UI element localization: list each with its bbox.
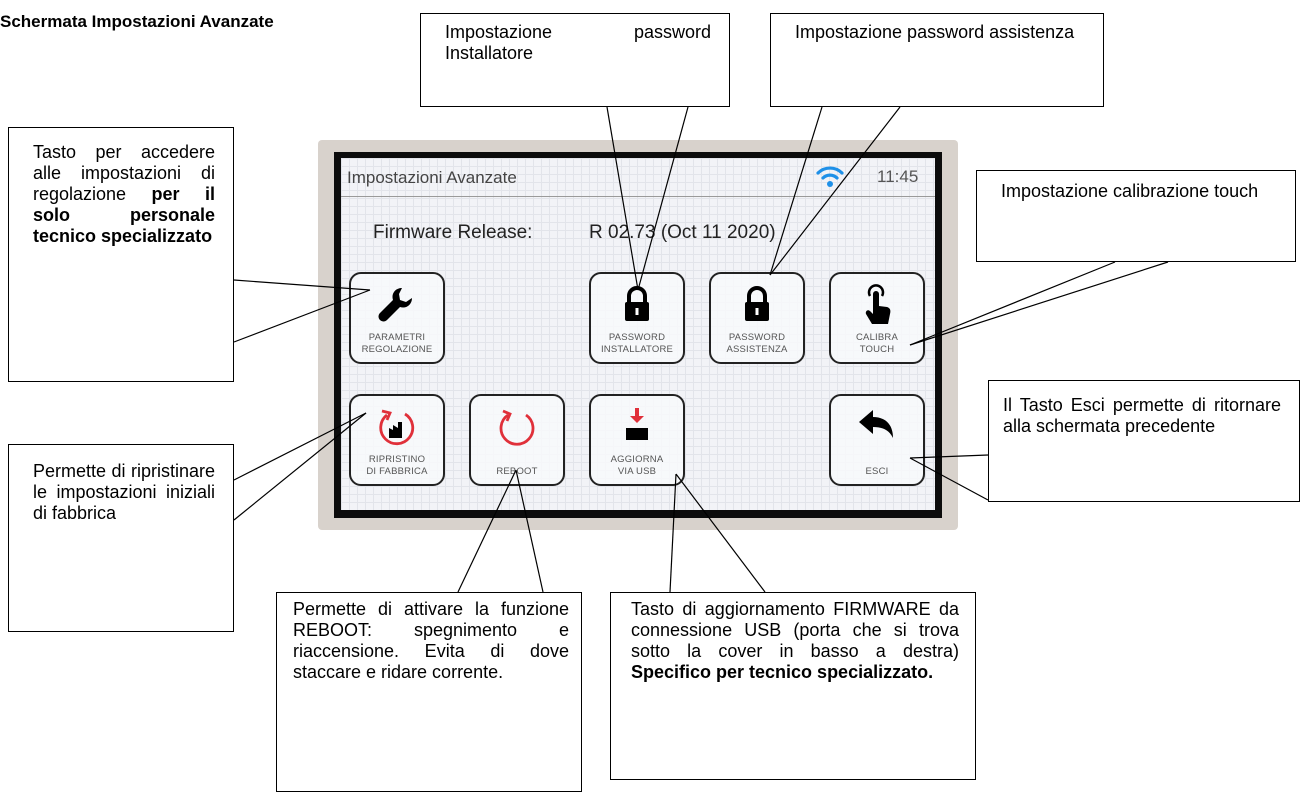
reboot-button[interactable]: REBOOT	[469, 394, 565, 486]
wrench-icon	[375, 284, 419, 333]
button-label-line2: REGOLAZIONE	[361, 344, 433, 355]
password-assistenza-button[interactable]: PASSWORD ASSISTENZA	[709, 272, 805, 364]
callout-password-assistenza-text: Impostazione password assistenza	[795, 22, 1075, 42]
button-label-line1: CALIBRA	[855, 332, 899, 343]
button-label-line1: REBOOT	[496, 466, 538, 477]
page-title: Schermata Impostazioni Avanzate	[0, 12, 274, 31]
device-display: Impostazioni Avanzate 11:45 Firmware Rel…	[341, 158, 935, 510]
aggiorna-via-usb-button[interactable]: AGGIORNA VIA USB	[589, 394, 685, 486]
callout-password-assistenza: Impostazione password assistenza	[770, 13, 1104, 107]
usb-update-icon	[617, 406, 657, 455]
button-label-line1: AGGIORNA	[610, 454, 664, 465]
callout-password-installatore: Impostazione password Installatore	[420, 13, 730, 107]
password-installatore-button[interactable]: PASSWORD INSTALLATORE	[589, 272, 685, 364]
reboot-icon	[495, 406, 539, 455]
lock-icon	[617, 284, 657, 329]
lock-icon	[737, 284, 777, 329]
status-bar: Impostazioni Avanzate 11:45	[341, 158, 935, 197]
callout-ripristino: Permette di ripristinare le impostazioni…	[8, 444, 234, 632]
touch-hand-icon	[857, 284, 897, 333]
esci-button[interactable]: ESCI	[829, 394, 925, 486]
button-label-line2: ASSISTENZA	[726, 344, 788, 355]
button-label-line1: PARAMETRI	[368, 332, 426, 343]
calibra-touch-button[interactable]: CALIBRA TOUCH	[829, 272, 925, 364]
button-label-line2: INSTALLATORE	[600, 344, 674, 355]
button-label-line2: VIA USB	[617, 466, 657, 477]
callout-calibrazione-touch: Impostazione calibrazione touch	[976, 170, 1296, 262]
firmware-label: Firmware Release:	[373, 222, 533, 243]
ripristino-di-fabbrica-button[interactable]: RIPRISTINO DI FABBRICA	[349, 394, 445, 486]
callout-esci: Il Tasto Esci permette di ritornare alla…	[988, 380, 1300, 502]
firmware-value: R 02.73 (Oct 11 2020)	[589, 222, 776, 243]
button-label-line1: RIPRISTINO	[368, 454, 426, 465]
factory-reset-icon	[375, 406, 419, 455]
screen-title: Impostazioni Avanzate	[347, 168, 517, 187]
callout-reboot-text: Permette di attivare la funzione REBOOT:…	[293, 599, 569, 682]
callout-ripristino-text: Permette di ripristinare le impostazioni…	[33, 461, 215, 523]
callout-aggiorna-usb: Tasto di aggiornamento FIRMWARE da conne…	[610, 592, 976, 780]
callout-calibrazione-text: Impostazione calibrazione touch	[1001, 181, 1259, 201]
button-label-line1: PASSWORD	[728, 332, 786, 343]
button-label-line2: DI FABBRICA	[366, 466, 428, 477]
button-label-line2: TOUCH	[859, 344, 895, 355]
button-label-line1: PASSWORD	[608, 332, 666, 343]
callout-esci-text: Il Tasto Esci permette di ritornare alla…	[1003, 395, 1281, 436]
callout-password-installatore-text: Impostazione password Installatore	[445, 22, 711, 63]
clock: 11:45	[877, 167, 919, 186]
wifi-icon	[815, 164, 845, 195]
callout-aggiorna-bold: Specifico per tecnico specializzato.	[631, 662, 934, 682]
callout-parametri-regolazione: Tasto per accedere alle impostazioni di …	[8, 127, 234, 382]
callout-aggiorna-text: Tasto di aggiornamento FIRMWARE da conne…	[631, 599, 959, 661]
button-label-line1: ESCI	[865, 466, 889, 477]
back-arrow-icon	[855, 406, 899, 451]
callout-reboot: Permette di attivare la funzione REBOOT:…	[276, 592, 582, 792]
parametri-regolazione-button[interactable]: PARAMETRI REGOLAZIONE	[349, 272, 445, 364]
